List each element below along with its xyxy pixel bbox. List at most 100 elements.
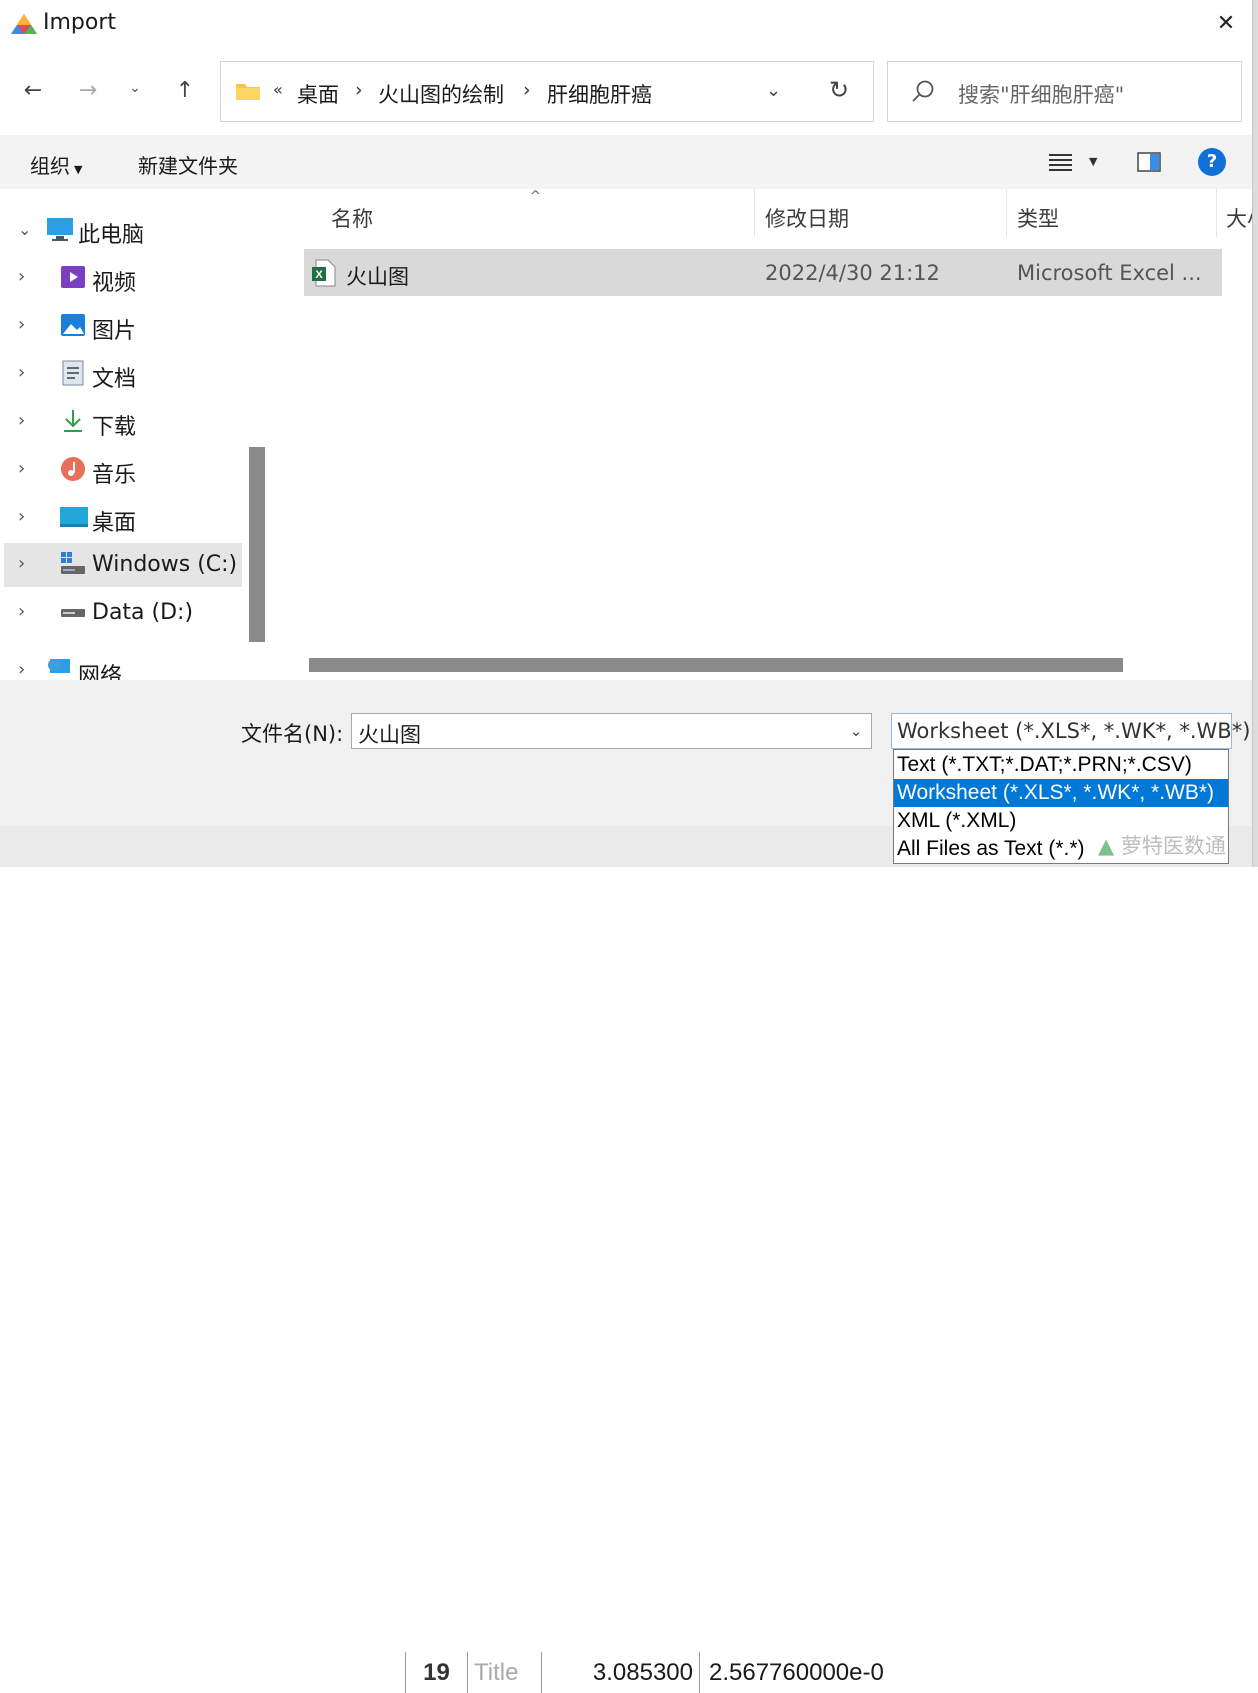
file-row[interactable]: X 火山图 2022/4/30 21:12 Microsoft Excel ..…: [304, 249, 1222, 296]
file-type: Microsoft Excel ...: [1017, 261, 1202, 285]
new-folder-button[interactable]: 新建文件夹: [138, 150, 238, 179]
search-box[interactable]: 搜索"肝细胞肝癌": [887, 61, 1242, 122]
filename-input[interactable]: 火山图: [358, 719, 421, 749]
back-arrow-icon[interactable]: ←: [18, 78, 48, 103]
collapsed-chevron-icon[interactable]: ›: [18, 601, 25, 622]
picture-icon: [60, 312, 86, 338]
breadcrumb-separator-icon: ›: [523, 79, 531, 101]
filename-label: 文件名(N):: [241, 722, 344, 746]
watermark-text: 萝特医数通: [1120, 834, 1226, 858]
filename-combobox[interactable]: 火山图 ⌄: [351, 713, 872, 749]
drive-d-icon: [60, 599, 86, 625]
nav-item-videos[interactable]: › 视频: [4, 256, 242, 300]
folder-icon: [235, 81, 261, 105]
caret-down-icon: ▼: [74, 163, 83, 176]
refresh-icon[interactable]: ↻: [829, 76, 849, 104]
nav-label-pictures: 图片: [92, 319, 137, 344]
svg-text:X: X: [315, 269, 323, 281]
nav-item-data-d[interactable]: › Data (D:): [4, 591, 242, 635]
search-placeholder: 搜索"肝细胞肝癌": [958, 83, 1125, 107]
nav-label-data-d: Data (D:): [92, 600, 194, 625]
music-icon: [60, 456, 86, 482]
breadcrumb-item-volcano[interactable]: 火山图的绘制: [378, 79, 504, 109]
nav-label-music: 音乐: [92, 463, 137, 488]
network-icon: [46, 657, 72, 680]
nav-label-desktop: 桌面: [92, 511, 137, 536]
view-caret-down-icon[interactable]: ▼: [1089, 155, 1097, 168]
expanded-chevron-icon[interactable]: ⌄: [18, 220, 31, 239]
filename-dropdown-chevron-icon[interactable]: ⌄: [841, 714, 871, 748]
nav-item-network[interactable]: › 网络: [4, 649, 242, 680]
search-icon: [910, 79, 936, 109]
excel-file-icon: X: [312, 259, 336, 291]
download-icon: [60, 408, 86, 434]
organize-button[interactable]: 组织 ▼: [30, 150, 82, 179]
video-icon: [60, 264, 86, 290]
address-bar[interactable]: « 桌面 › 火山图的绘制 › 肝细胞肝癌 ⌄ ↻: [220, 61, 874, 122]
file-list: ^ 名称 修改日期 类型 大小 X 火山图 2022/4/30 21:12 Mi…: [276, 189, 1252, 680]
breadcrumb-item-desktop[interactable]: 桌面: [297, 79, 339, 109]
file-horizontal-scrollbar[interactable]: [309, 658, 1123, 672]
column-header-name[interactable]: 名称: [331, 203, 373, 233]
column-header-size-clip: 大小: [1226, 189, 1252, 237]
column-header-size[interactable]: 大小: [1226, 203, 1252, 233]
filetype-selected: Worksheet (*.XLS*, *.WK*, *.WB*): [897, 719, 1251, 743]
column-divider[interactable]: [1006, 189, 1007, 237]
column-header-type[interactable]: 类型: [1017, 203, 1059, 233]
filetype-option-worksheet[interactable]: Worksheet (*.XLS*, *.WK*, *.WB*): [894, 779, 1228, 807]
watermark: ▲ 萝特医数通: [1098, 830, 1226, 860]
collapsed-chevron-icon[interactable]: ›: [18, 506, 25, 527]
title-bar: Import ✕: [0, 0, 1252, 50]
nav-vertical-scrollbar[interactable]: [249, 447, 265, 642]
document-icon: [60, 360, 86, 386]
nav-label-downloads: 下载: [92, 415, 137, 440]
sheet-cell-value-2: 2.567760000e-0: [699, 1652, 899, 1693]
preview-pane-icon[interactable]: [1137, 152, 1161, 176]
nav-label-this-pc: 此电脑: [78, 223, 145, 248]
file-name: 火山图: [346, 265, 409, 289]
nav-label-windows-c: Windows (C:): [92, 552, 238, 577]
column-divider[interactable]: [1216, 189, 1217, 237]
sheet-cell-title: Title: [467, 1652, 541, 1693]
watermark-logo-icon: ▲: [1098, 834, 1115, 858]
collapsed-chevron-icon[interactable]: ›: [18, 458, 25, 479]
drive-c-icon: [60, 551, 86, 577]
desktop-icon: [60, 504, 88, 530]
up-arrow-icon[interactable]: ↑: [170, 78, 200, 103]
recent-locations-chevron-icon[interactable]: ⌄: [120, 80, 150, 96]
collapsed-chevron-icon[interactable]: ›: [18, 410, 25, 431]
nav-item-desktop[interactable]: › 桌面: [4, 496, 242, 540]
breadcrumb-item-hcc[interactable]: 肝细胞肝癌: [547, 79, 652, 109]
column-divider[interactable]: [754, 189, 755, 237]
sort-ascending-icon: ^: [530, 189, 541, 204]
collapsed-chevron-icon[interactable]: ›: [18, 659, 25, 680]
nav-item-windows-c[interactable]: › Windows (C:): [4, 543, 242, 587]
collapsed-chevron-icon[interactable]: ›: [18, 314, 25, 335]
forward-arrow-icon[interactable]: →: [73, 78, 103, 103]
nav-item-downloads[interactable]: › 下载: [4, 400, 242, 444]
collapsed-chevron-icon[interactable]: ›: [18, 362, 25, 383]
nav-item-this-pc[interactable]: ⌄ 此电脑: [4, 208, 242, 252]
breadcrumb-overflow[interactable]: «: [273, 80, 283, 99]
nav-item-pictures[interactable]: › 图片: [4, 304, 242, 348]
address-dropdown-chevron-icon[interactable]: ⌄: [766, 80, 781, 101]
close-icon[interactable]: ✕: [1212, 10, 1240, 38]
command-bar: 组织 ▼ 新建文件夹 ▼ ?: [0, 135, 1252, 189]
sheet-cell-value-1: 3.085300: [541, 1652, 699, 1693]
collapsed-chevron-icon[interactable]: ›: [18, 266, 25, 287]
collapsed-chevron-icon[interactable]: ›: [18, 553, 25, 574]
nav-label-documents: 文档: [92, 367, 137, 392]
background-edge: [1252, 0, 1258, 867]
filetype-select[interactable]: Worksheet (*.XLS*, *.WK*, *.WB*): [891, 713, 1250, 749]
app-logo-icon: [10, 13, 38, 39]
help-icon[interactable]: ?: [1198, 148, 1226, 176]
column-header-modified[interactable]: 修改日期: [765, 203, 849, 233]
file-modified: 2022/4/30 21:12: [765, 261, 940, 285]
view-options-icon[interactable]: [1049, 152, 1073, 176]
navigation-pane: ⌄ 此电脑 › 视频 › 图片 › 文档 › 下载 › 音乐 › 桌面 › Wi…: [0, 189, 265, 680]
organize-label: 组织: [30, 154, 70, 178]
nav-item-documents[interactable]: › 文档: [4, 352, 242, 396]
nav-item-music[interactable]: › 音乐: [4, 448, 242, 492]
filetype-option-text[interactable]: Text (*.TXT;*.DAT;*.PRN;*.CSV): [894, 751, 1228, 779]
breadcrumb-separator-icon: ›: [355, 79, 363, 101]
